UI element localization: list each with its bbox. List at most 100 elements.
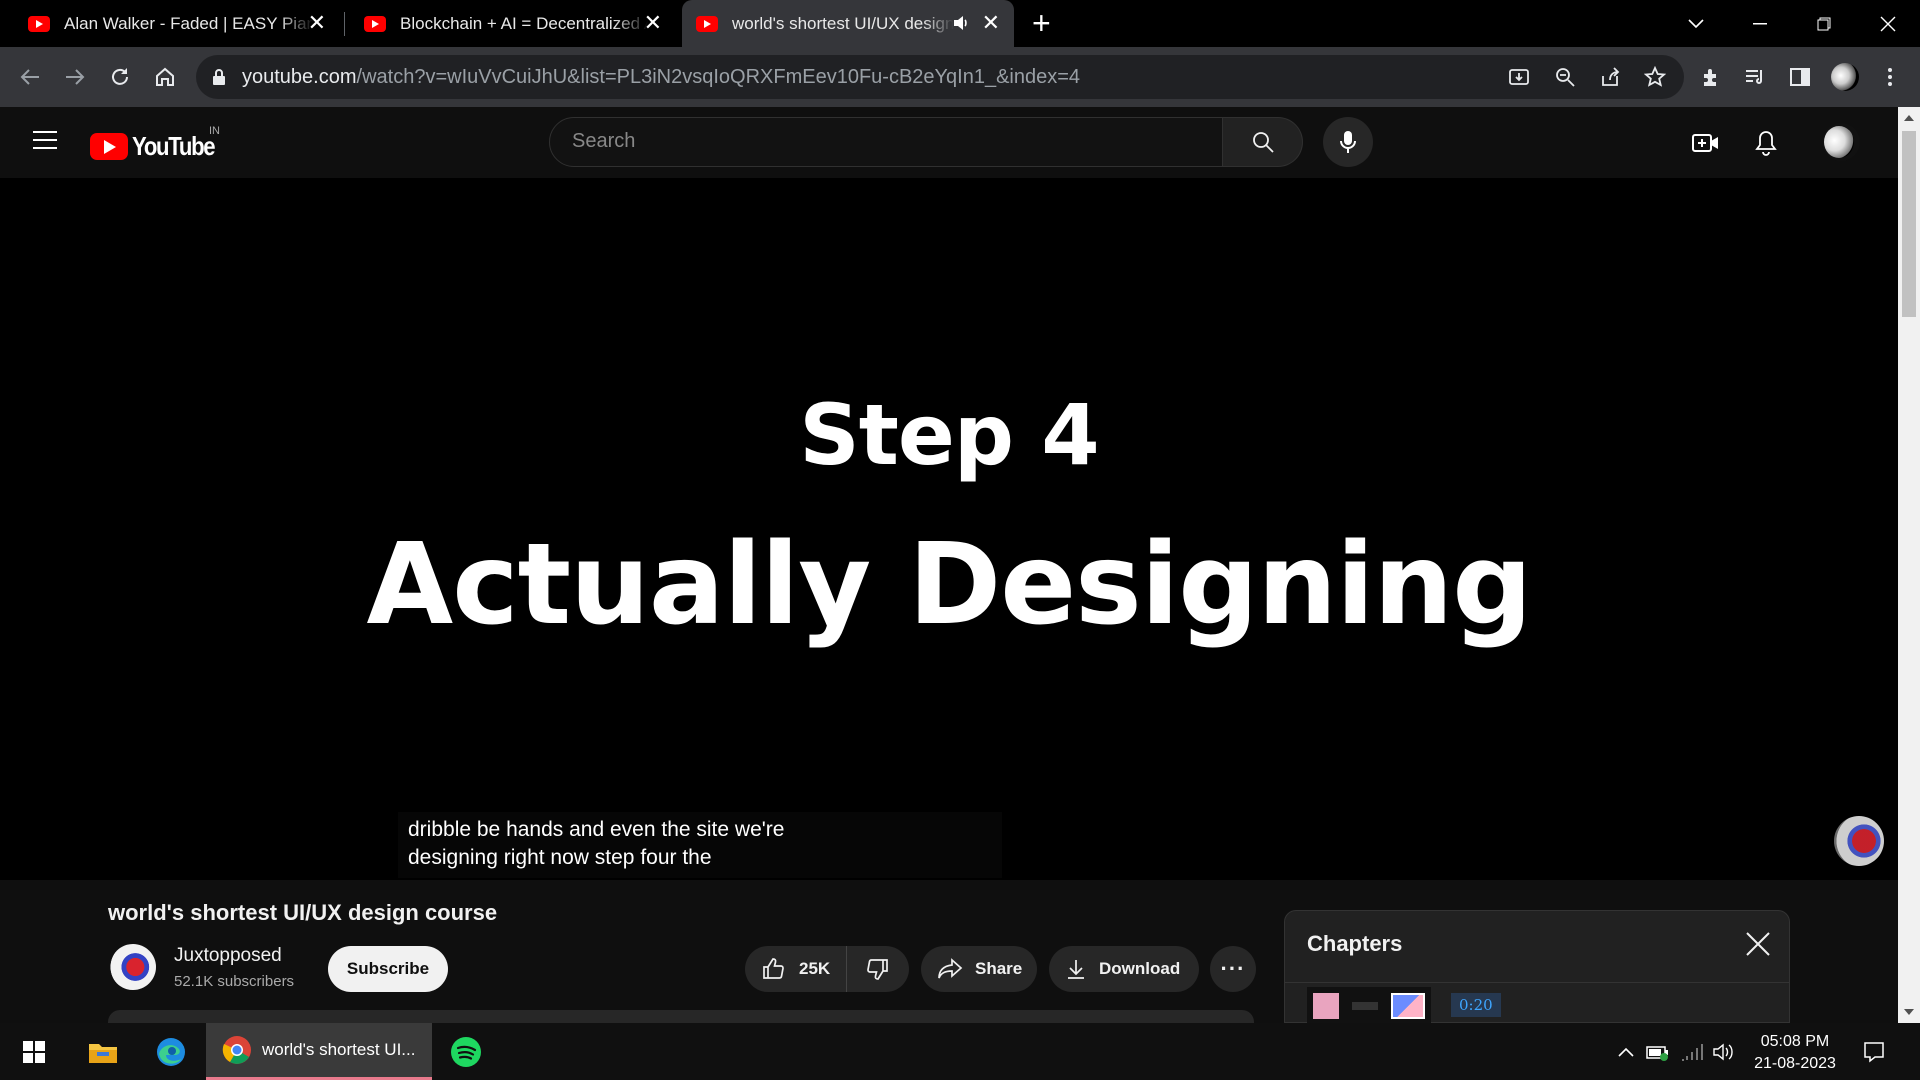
search-box — [549, 117, 1223, 167]
tab-blockchain-ai[interactable]: Blockchain + AI = Decentralized AI ✕ — [346, 0, 676, 47]
hamburger-icon[interactable] — [33, 131, 57, 151]
tab-title: Alan Walker - Faded | EASY Piano — [64, 13, 314, 33]
clock-time: 05:08 PM — [1760, 1033, 1830, 1050]
clock-date: 21-08-2023 — [1754, 1055, 1836, 1072]
close-icon[interactable]: ✕ — [308, 12, 326, 34]
wifi-icon[interactable] — [1680, 1040, 1704, 1064]
side-panel-icon[interactable] — [1786, 63, 1814, 91]
new-tab-icon[interactable]: + — [1032, 7, 1051, 39]
url-text[interactable]: youtube.com/watch?v=wIuVvCuiJhU&list=PL3… — [242, 66, 1080, 89]
channel-avatar[interactable] — [110, 944, 156, 990]
download-label: Download — [1099, 959, 1181, 978]
system-clock[interactable]: 05:08 PM 21-08-2023 — [1740, 1031, 1850, 1075]
slide-title: Step 4 — [799, 386, 1099, 484]
youtube-favicon — [364, 15, 386, 32]
restore-icon[interactable] — [1794, 0, 1854, 47]
edge-icon[interactable] — [148, 1023, 194, 1080]
scrollbar-thumb[interactable] — [1902, 131, 1916, 317]
chrome-icon — [222, 1036, 251, 1064]
lock-icon[interactable] — [212, 68, 226, 86]
dislike-button[interactable] — [847, 946, 909, 992]
browser-tab-strip: Alan Walker - Faded | EASY Piano ✕ Block… — [0, 0, 1920, 47]
more-actions-button[interactable]: ··· — [1210, 946, 1256, 992]
subscribe-button[interactable]: Subscribe — [328, 946, 448, 992]
url-path: /watch?v=wIuVvCuiJhU&list=PL3iN2vsqIoQRX… — [356, 66, 1081, 88]
battery-icon[interactable] — [1646, 1040, 1670, 1064]
chapters-panel: Chapters 0:20 — [1284, 910, 1790, 1024]
youtube-wordmark: YouTube — [132, 131, 216, 161]
minimize-icon[interactable] — [1730, 0, 1790, 47]
back-icon[interactable] — [16, 63, 44, 91]
page-scrollbar[interactable] — [1898, 107, 1920, 1023]
bell-icon[interactable] — [1750, 127, 1782, 159]
like-dislike-group: 25K — [745, 946, 909, 992]
windows-taskbar: world's shortest UI... 05:08 PM 21-08-20… — [0, 1023, 1920, 1080]
close-icon[interactable] — [1745, 931, 1771, 957]
like-icon — [763, 958, 784, 979]
subscriber-count: 52.1K subscribers — [174, 973, 295, 990]
address-bar[interactable]: youtube.com/watch?v=wIuVvCuiJhU&list=PL3… — [196, 55, 1684, 99]
search-button[interactable] — [1223, 117, 1303, 167]
dislike-icon — [867, 959, 888, 980]
description-box[interactable] — [108, 1010, 1254, 1024]
mic-icon — [1340, 131, 1356, 153]
like-button[interactable]: 25K — [745, 946, 847, 992]
forward-icon[interactable] — [61, 63, 89, 91]
reload-icon[interactable] — [106, 63, 134, 91]
video-title: world's shortest UI/UX design course — [108, 900, 498, 925]
tab-title: world's shortest UI/UX design course — [732, 13, 954, 33]
search-icon — [1252, 132, 1274, 153]
share-page-icon[interactable] — [1599, 66, 1621, 88]
chapters-title: Chapters — [1307, 931, 1403, 956]
chevron-up-icon[interactable] — [1614, 1040, 1638, 1064]
youtube-favicon — [696, 15, 718, 32]
download-button[interactable]: Download — [1049, 946, 1199, 992]
extensions-icon[interactable] — [1697, 63, 1725, 91]
media-control-icon[interactable] — [1741, 63, 1769, 91]
volume-icon[interactable] — [1712, 1040, 1736, 1064]
close-icon[interactable]: ✕ — [644, 12, 662, 34]
chapter-timestamp[interactable]: 0:20 — [1451, 993, 1501, 1017]
menu-dots-icon[interactable] — [1876, 63, 1904, 91]
create-icon[interactable] — [1690, 127, 1722, 159]
file-explorer-icon[interactable] — [80, 1023, 126, 1080]
voice-search-button[interactable] — [1323, 117, 1373, 167]
channel-name[interactable]: Juxtopposed — [174, 945, 282, 967]
notification-icon[interactable] — [1862, 1040, 1886, 1064]
tab-title: Blockchain + AI = Decentralized AI — [400, 13, 648, 33]
windows-start-icon[interactable] — [12, 1023, 56, 1080]
install-icon[interactable] — [1508, 66, 1530, 88]
bookmark-star-icon[interactable] — [1644, 66, 1666, 88]
home-icon[interactable] — [151, 63, 179, 91]
video-player[interactable]: Step 4 Actually Designing dribble be han… — [0, 178, 1898, 880]
share-button[interactable]: Share — [921, 946, 1037, 992]
avatar[interactable] — [1822, 123, 1860, 161]
like-count: 25K — [799, 959, 831, 978]
profile-icon[interactable] — [1831, 63, 1859, 91]
youtube-logo[interactable]: YouTube IN — [90, 125, 229, 162]
chapter-thumbnail[interactable] — [1307, 987, 1431, 1024]
search-input[interactable] — [572, 130, 1192, 153]
caption-line: dribble be hands and even the site we're — [408, 818, 785, 841]
channel-watermark[interactable] — [1834, 816, 1884, 866]
close-icon[interactable]: ✕ — [982, 12, 1000, 34]
tab-uiux-course[interactable]: world's shortest UI/UX design course ✕ — [682, 0, 1014, 47]
share-icon — [938, 958, 963, 979]
tab-search-icon[interactable] — [1666, 0, 1726, 47]
screen: Alan Walker - Faded | EASY Piano ✕ Block… — [0, 0, 1920, 1080]
slide-subtitle: Actually Designing — [366, 520, 1533, 650]
close-window-icon[interactable] — [1858, 0, 1918, 47]
spotify-icon[interactable] — [446, 1023, 486, 1080]
taskbar-chrome-window[interactable]: world's shortest UI... — [206, 1023, 432, 1080]
scroll-down-icon[interactable] — [1904, 1009, 1914, 1015]
download-icon — [1068, 960, 1084, 979]
country-code: IN — [209, 125, 220, 137]
speaker-icon[interactable] — [952, 14, 970, 32]
youtube-play-icon — [90, 133, 128, 160]
taskbar-chrome-label: world's shortest UI... — [262, 1040, 416, 1059]
tab-separator — [344, 12, 345, 36]
zoom-icon[interactable] — [1554, 66, 1576, 88]
youtube-header: YouTube IN — [0, 107, 1898, 178]
scroll-up-icon[interactable] — [1904, 115, 1914, 121]
tab-alan-walker[interactable]: Alan Walker - Faded | EASY Piano ✕ — [0, 0, 340, 47]
